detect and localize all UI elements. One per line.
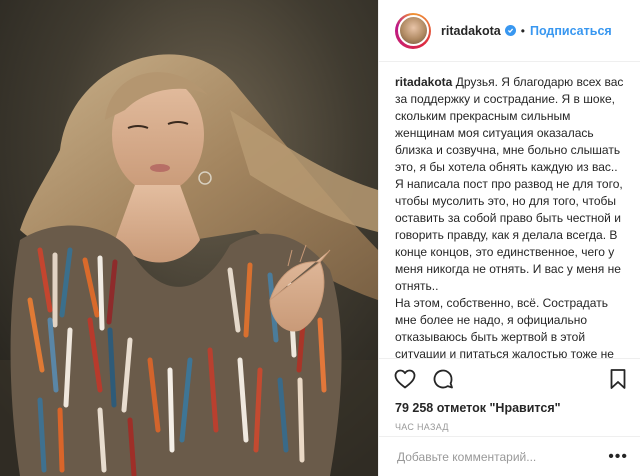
header-separator: •: [520, 23, 525, 38]
caption-paragraph-1: ritadakota Друзья. Я благодарю всех вас …: [395, 74, 624, 295]
post-timestamp: час назад: [395, 422, 449, 432]
post-photo-illustration: [0, 0, 378, 476]
comment-icon[interactable]: [431, 367, 455, 391]
bookmark-icon[interactable]: [606, 367, 630, 391]
header-username[interactable]: ritadakota: [441, 24, 501, 38]
follow-button[interactable]: Подписаться: [530, 24, 612, 38]
action-bar: [379, 358, 640, 398]
caption-paragraph-2: На этом, собственно, всё. Сострадать мне…: [395, 296, 614, 358]
caption-username[interactable]: ritadakota: [395, 75, 452, 89]
caption-text-1: Друзья. Я благодарю всех вас за поддержк…: [395, 75, 624, 293]
instagram-post: ritadakota • Подписаться ritadakota Друз…: [0, 0, 640, 476]
post-sidebar: ritadakota • Подписаться ritadakota Друз…: [378, 0, 640, 476]
more-options-button[interactable]: •••: [608, 448, 628, 466]
comment-input[interactable]: [395, 448, 609, 465]
verified-badge-icon: [504, 25, 516, 36]
post-header: ritadakota • Подписаться: [379, 0, 640, 62]
likes-count[interactable]: 79 258 отметок "Нравится": [379, 398, 640, 418]
comment-form: •••: [379, 436, 640, 476]
avatar-image: [397, 15, 429, 46]
post-photo[interactable]: [0, 0, 378, 476]
post-caption: ritadakota Друзья. Я благодарю всех вас …: [379, 62, 640, 358]
avatar[interactable]: [395, 12, 431, 49]
heart-icon[interactable]: [393, 367, 417, 391]
